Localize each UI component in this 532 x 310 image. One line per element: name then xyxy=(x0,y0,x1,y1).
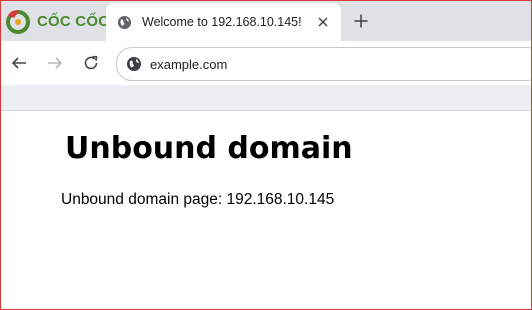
tab-active[interactable]: Welcome to 192.168.10.145! xyxy=(106,3,341,41)
tab-title: Welcome to 192.168.10.145! xyxy=(142,15,302,29)
browser-logo-text: CỐC CỐC xyxy=(37,12,110,30)
toolbar: example.com xyxy=(1,41,531,85)
arrow-right-icon[interactable] xyxy=(45,53,65,73)
tab-strip: CỐC CỐC Welcome to 192.168.10.145! xyxy=(1,1,531,41)
page-body-text: Unbound domain page: 192.168.10.145 xyxy=(61,191,335,208)
globe-icon xyxy=(116,14,132,30)
browser-logo[interactable]: CỐC CỐC xyxy=(5,7,109,35)
page-title: Unbound domain xyxy=(65,131,353,166)
address-bar[interactable]: example.com xyxy=(116,47,531,81)
browser-chrome: CỐC CỐC Welcome to 192.168.10.145! examp… xyxy=(1,1,531,111)
page-content: Unbound domain Unbound domain page: 192.… xyxy=(1,111,531,309)
coccoc-logo-icon xyxy=(6,10,30,34)
globe-icon[interactable] xyxy=(125,55,143,73)
reload-icon[interactable] xyxy=(81,53,101,73)
browser-window: CỐC CỐC Welcome to 192.168.10.145! examp… xyxy=(0,0,532,310)
url-text[interactable]: example.com xyxy=(150,57,227,72)
plus-icon[interactable] xyxy=(351,11,371,31)
arrow-left-icon[interactable] xyxy=(9,53,29,73)
close-icon[interactable] xyxy=(315,14,331,30)
